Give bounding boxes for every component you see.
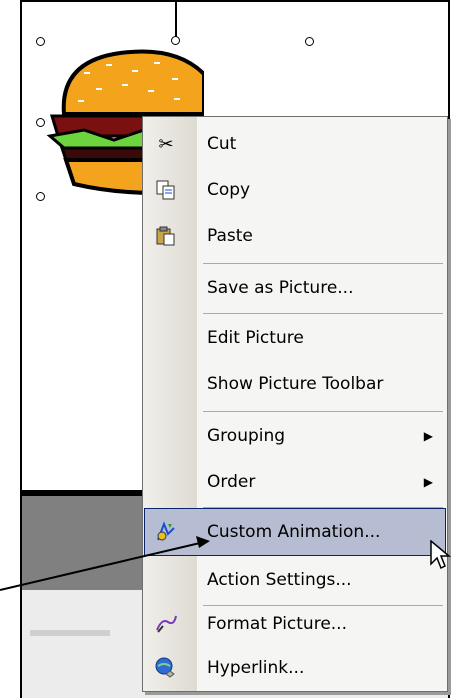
callout-arrow	[0, 536, 210, 591]
